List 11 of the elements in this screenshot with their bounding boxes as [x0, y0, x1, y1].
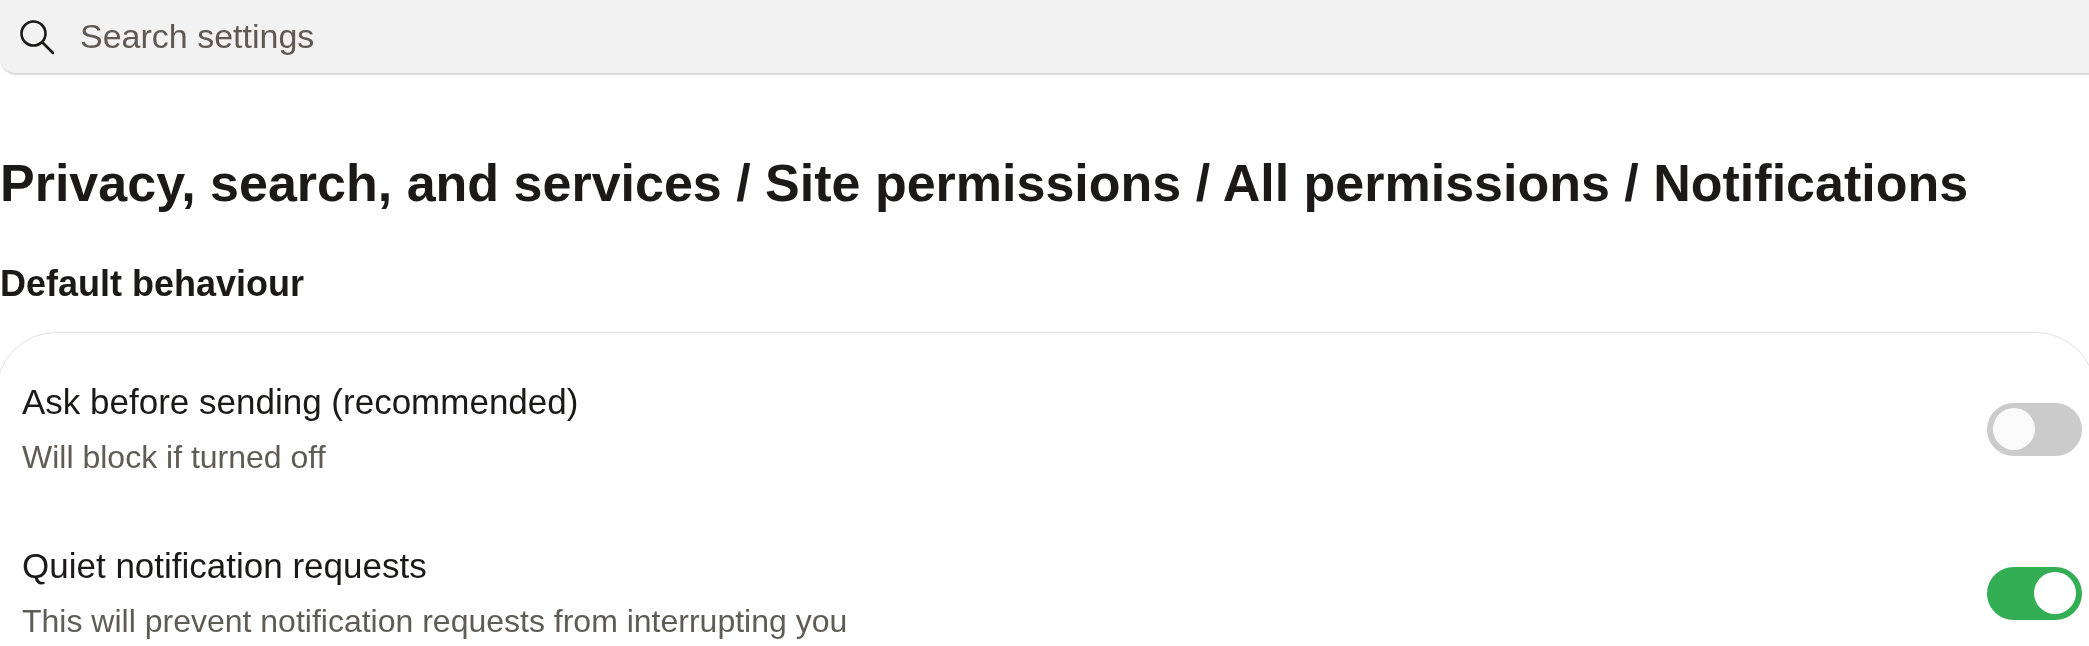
search-input[interactable]: Search settings	[80, 11, 2089, 62]
setting-description: This will prevent notification requests from interrupting you	[22, 602, 848, 641]
toggle-switch[interactable]	[1987, 402, 2082, 456]
page-heading: Privacy, search, and services / Site permissions / All permissions / Notifications	[0, 153, 1969, 214]
setting-title: Quiet notification requests	[22, 545, 427, 587]
section-heading: Default behaviour	[0, 262, 305, 305]
search-box[interactable]: Search settings	[0, 0, 2089, 75]
setting-title: Ask before sending (recommended)	[22, 381, 579, 423]
search-icon	[19, 18, 55, 55]
setting-description: Will block if turned off	[22, 438, 326, 477]
toggle-switch[interactable]	[1987, 566, 2082, 620]
